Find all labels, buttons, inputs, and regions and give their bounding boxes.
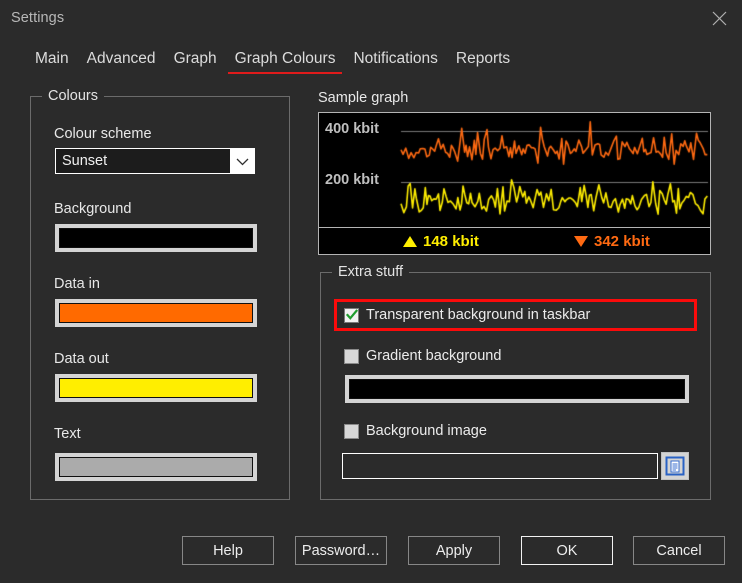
colour-scheme-select[interactable]: Sunset xyxy=(55,148,255,174)
background-colour-preview xyxy=(59,228,253,248)
text-colour-swatch[interactable] xyxy=(55,453,257,481)
data-out-colour-label: Data out xyxy=(54,351,109,367)
tab-graph[interactable]: Graph xyxy=(165,50,226,74)
graph-upload-value: 148 kbit xyxy=(423,232,479,250)
help-button[interactable]: Help xyxy=(182,536,274,565)
gradient-background-label: Gradient background xyxy=(366,348,502,364)
gradient-background-checkbox-row[interactable]: Gradient background xyxy=(344,348,501,364)
document-browse-icon xyxy=(665,456,685,476)
data-out-colour-preview xyxy=(59,378,253,398)
graph-download-stat: 342 kbit xyxy=(574,233,650,250)
background-image-checkbox[interactable] xyxy=(344,423,359,439)
close-button[interactable] xyxy=(696,0,742,36)
data-out-colour-swatch[interactable] xyxy=(55,374,257,402)
data-in-colour-preview xyxy=(59,303,253,323)
chevron-down-icon[interactable] xyxy=(230,149,254,173)
triangle-down-icon xyxy=(574,235,588,247)
graph-axis-label-200: 200 kbit xyxy=(325,172,379,188)
cancel-button[interactable]: Cancel xyxy=(633,536,725,565)
colour-scheme-value: Sunset xyxy=(62,153,108,169)
browse-background-image-button[interactable] xyxy=(661,452,689,480)
background-colour-swatch[interactable] xyxy=(55,224,257,252)
gradient-colour-preview xyxy=(349,379,685,399)
password-button[interactable]: Password… xyxy=(295,536,387,565)
tab-notifications[interactable]: Notifications xyxy=(344,50,446,74)
graph-upload-stat: 148 kbit xyxy=(403,233,479,250)
ok-button[interactable]: OK xyxy=(521,536,613,565)
transparent-background-checkbox-row[interactable]: Transparent background in taskbar xyxy=(344,307,590,323)
sample-graph: 400 kbit 200 kbit 148 kbit 342 kbit xyxy=(318,112,711,255)
text-colour-preview xyxy=(59,457,253,477)
apply-button[interactable]: Apply xyxy=(408,536,500,565)
transparent-background-checkbox[interactable] xyxy=(344,307,359,323)
tab-bar: Main Advanced Graph Graph Colours Notifi… xyxy=(0,36,742,74)
sample-graph-title: Sample graph xyxy=(318,90,409,106)
triangle-up-icon xyxy=(403,235,417,247)
data-in-colour-label: Data in xyxy=(54,276,100,292)
gradient-colour-swatch[interactable] xyxy=(345,375,689,403)
title-bar: Settings xyxy=(0,0,742,36)
tab-advanced[interactable]: Advanced xyxy=(78,50,165,74)
graph-status-bar: 148 kbit 342 kbit xyxy=(319,227,710,254)
transparent-background-label: Transparent background in taskbar xyxy=(366,307,591,323)
graph-axis-label-400: 400 kbit xyxy=(325,121,379,137)
colour-scheme-label: Colour scheme xyxy=(54,126,152,142)
background-image-path-input[interactable] xyxy=(342,453,658,479)
gradient-background-checkbox[interactable] xyxy=(344,348,359,364)
background-image-label: Background image xyxy=(366,423,487,439)
extra-stuff-group-legend: Extra stuff xyxy=(332,264,410,280)
text-colour-label: Text xyxy=(54,426,81,442)
tab-reports[interactable]: Reports xyxy=(447,50,519,74)
background-colour-label: Background xyxy=(54,201,132,217)
tab-graph-colours[interactable]: Graph Colours xyxy=(226,50,345,74)
window-title: Settings xyxy=(11,10,65,26)
graph-download-value: 342 kbit xyxy=(594,232,650,250)
background-image-checkbox-row[interactable]: Background image xyxy=(344,423,487,439)
tab-main[interactable]: Main xyxy=(26,50,78,74)
close-icon xyxy=(712,11,727,26)
colours-group-legend: Colours xyxy=(42,88,104,104)
data-in-colour-swatch[interactable] xyxy=(55,299,257,327)
